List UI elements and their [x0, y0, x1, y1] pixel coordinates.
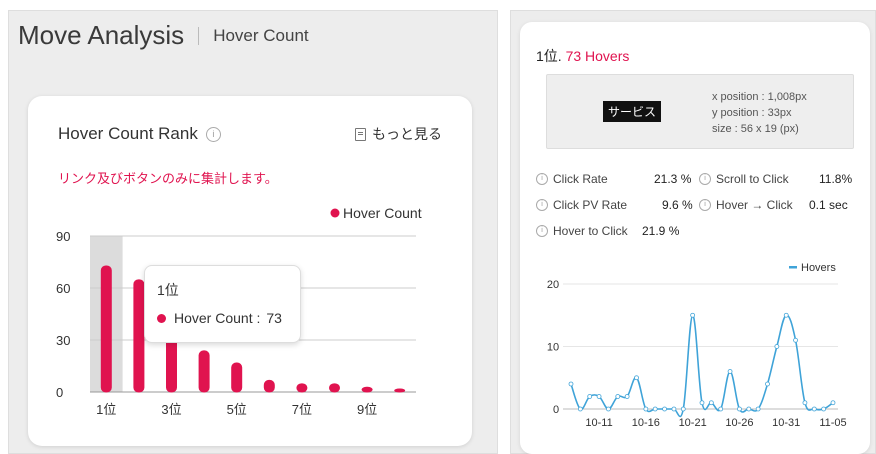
data-point [811, 406, 817, 412]
data-point [615, 394, 621, 399]
data-point [821, 406, 827, 412]
data-point [727, 369, 733, 374]
data-point [587, 394, 593, 399]
data-point [577, 406, 583, 412]
data-point [708, 400, 714, 406]
data-point [793, 337, 798, 343]
data-point [596, 394, 602, 399]
data-point [802, 400, 808, 406]
data-point [755, 406, 761, 412]
data-point [624, 394, 630, 399]
x-tick-label: 10-31 [772, 417, 800, 429]
data-point [783, 312, 789, 318]
data-point [680, 406, 686, 412]
data-point [652, 406, 658, 412]
data-point [606, 406, 611, 412]
data-point [690, 312, 696, 318]
data-point [765, 381, 770, 387]
data-point [643, 406, 649, 412]
hovers-line-chart: 0 10 20 10-11 10-16 10-21 10-26 10-31 11-05 Hover… [547, 262, 847, 429]
y-tick-label: 10 [547, 342, 559, 354]
y-tick-label: 0 [553, 404, 559, 416]
legend-swatch [789, 266, 797, 269]
data-point [718, 406, 724, 412]
data-point [830, 400, 836, 406]
data-point [737, 406, 742, 412]
data-point [746, 406, 752, 412]
data-point [671, 406, 677, 412]
x-tick-label: 11-05 [819, 417, 846, 429]
data-point [662, 406, 667, 412]
data-point [774, 344, 780, 349]
legend-label: Hovers [801, 262, 836, 274]
x-tick-label: 10-21 [679, 417, 707, 429]
x-tick-label: 10-11 [585, 417, 612, 429]
data-point [699, 400, 705, 406]
x-tick-label: 10-26 [725, 417, 753, 429]
data-point [634, 375, 639, 381]
y-tick-label: 20 [547, 279, 559, 291]
data-point [568, 381, 574, 387]
x-tick-label: 10-16 [632, 417, 660, 429]
